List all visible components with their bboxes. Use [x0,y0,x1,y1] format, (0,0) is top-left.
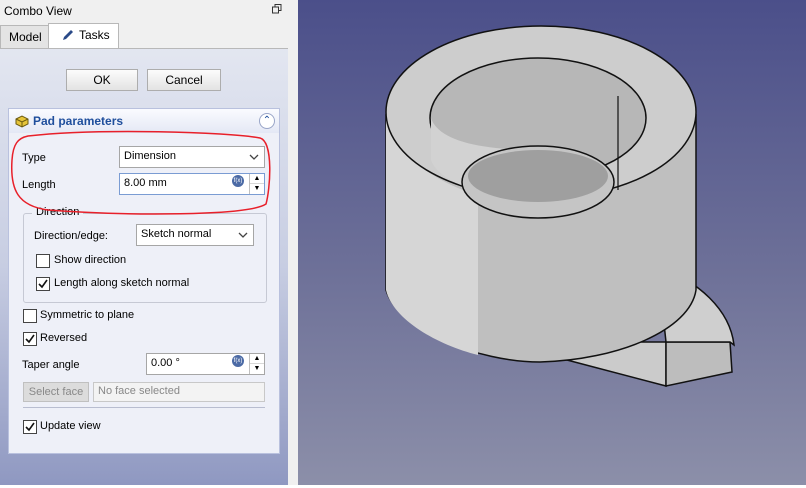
reversed-label: Reversed [40,332,88,344]
pad-icon [15,115,29,128]
3d-viewport[interactable] [298,0,806,485]
tab-tasks-label: Tasks [79,28,110,42]
taper-angle-spinbox[interactable]: 0.00 ° f(x) ▲ ▼ [146,353,265,375]
combo-view-titlebar: Combo View [0,0,288,23]
pad-model-render[interactable] [298,0,806,485]
taper-angle-value: 0.00 ° [151,357,180,369]
update-view-label: Update view [40,420,101,432]
show-direction-checkbox[interactable] [36,254,50,268]
checkmark-icon [38,279,48,289]
splitter[interactable] [288,0,298,485]
face-input: No face selected [93,382,265,402]
ok-button[interactable]: OK [66,69,138,91]
select-face-button[interactable]: Select face [23,382,89,402]
checkmark-icon [25,422,35,432]
float-window-icon[interactable] [272,4,282,14]
direction-edge-dropdown[interactable]: Sketch normal [136,224,254,246]
length-along-normal-checkbox[interactable] [36,277,50,291]
pencil-icon [63,30,73,40]
length-along-normal-label: Length along sketch normal [54,277,190,289]
direction-edge-label: Direction/edge: [34,230,108,242]
taper-angle-label: Taper angle [22,359,80,371]
chevron-down-icon [238,232,248,238]
combo-view-panel: Combo View Model Tasks OK Cancel Pad par… [0,0,288,485]
divider [23,407,265,408]
show-direction-label: Show direction [54,254,127,266]
update-view-checkbox[interactable] [23,420,37,434]
expression-icon[interactable]: f(x) [232,355,244,367]
symmetric-checkbox[interactable] [23,309,37,323]
cancel-button[interactable]: Cancel [147,69,221,91]
tab-bar: Model Tasks [0,22,288,49]
tab-model[interactable]: Model [0,25,51,48]
reversed-checkbox[interactable] [23,332,37,346]
checkmark-icon [25,334,35,344]
window-title: Combo View [4,4,72,18]
direction-group: Direction Direction/edge: Sketch normal … [23,206,267,303]
direction-edge-value: Sketch normal [141,228,212,240]
symmetric-label: Symmetric to plane [40,309,135,321]
tab-model-label: Model [9,30,42,44]
face-input-placeholder: No face selected [98,385,180,397]
pad-parameters-title: Pad parameters [33,114,124,128]
step-up-icon[interactable]: ▲ [250,354,264,364]
red-annotation-circle [10,130,271,215]
taper-stepper[interactable]: ▲ ▼ [249,354,264,374]
collapse-icon[interactable]: ⌃ [259,113,275,129]
tab-tasks[interactable]: Tasks [48,23,119,48]
step-down-icon[interactable]: ▼ [250,364,264,373]
